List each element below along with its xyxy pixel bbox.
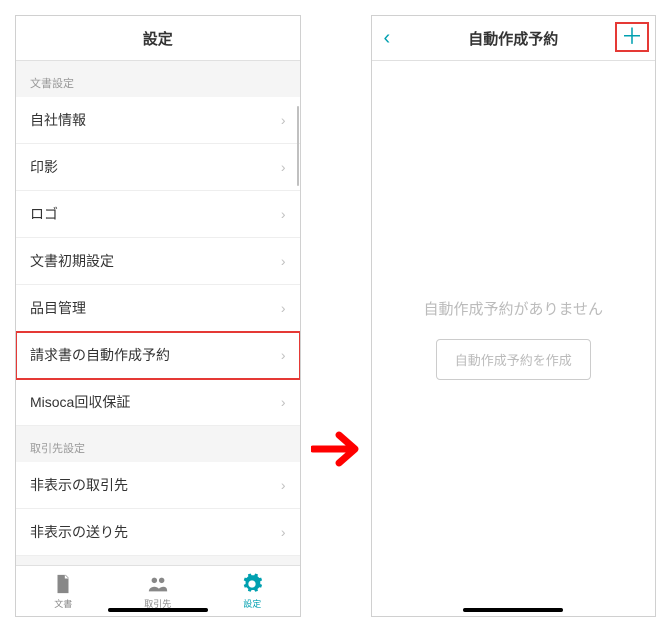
chevron-right-icon: ›: [281, 394, 286, 410]
row-label: 文書初期設定: [30, 251, 114, 271]
people-icon: [147, 573, 169, 595]
back-button[interactable]: ‹: [384, 28, 391, 48]
chevron-right-icon: ›: [281, 347, 286, 363]
row-label: 自社情報: [30, 110, 86, 130]
header: 設定: [16, 16, 300, 61]
chevron-right-icon: ›: [281, 253, 286, 269]
chevron-right-icon: ›: [281, 300, 286, 316]
settings-list[interactable]: 文書設定 自社情報 › 印影 › ロゴ › 文書初期設定 › 品目管理 › 請求書の自動作…: [16, 61, 300, 565]
chevron-right-icon: ›: [281, 112, 286, 128]
header-title: 自動作成予約: [468, 28, 558, 49]
tab-label: 文書: [54, 597, 72, 610]
add-button[interactable]: ＋: [621, 26, 643, 48]
chevron-right-icon: ›: [281, 159, 286, 175]
empty-state: 自動作成予約がありません 自動作成予約を作成: [372, 61, 656, 616]
row-label: 印影: [30, 157, 58, 177]
row-label: Misoca回収保証: [30, 392, 130, 412]
document-icon: [52, 573, 74, 595]
row-label: ロゴ: [30, 204, 58, 224]
section-header-documents: 文書設定: [16, 61, 300, 97]
home-indicator[interactable]: [463, 608, 563, 612]
gear-icon: [241, 573, 263, 595]
tab-settings[interactable]: 設定: [205, 566, 300, 616]
auto-create-screen: ‹ 自動作成予約 ＋ 自動作成予約がありません 自動作成予約を作成: [371, 15, 657, 617]
row-auto-create-invoice[interactable]: 請求書の自動作成予約 ›: [16, 332, 300, 379]
row-hidden-clients[interactable]: 非表示の取引先 ›: [16, 462, 300, 509]
settings-screen: 設定 文書設定 自社情報› 印影› ロゴ› 文書初期設定› 品目管理› 請求書の…: [15, 15, 301, 617]
row-label: 請求書の自動作成予約: [30, 345, 170, 365]
section-header-notifications: お知らせ: [16, 556, 300, 565]
row-item-mgmt[interactable]: 品目管理 ›: [16, 285, 300, 332]
row-misoca-guarantee[interactable]: Misoca回収保証 ›: [16, 379, 300, 426]
row-seal[interactable]: 印影 ›: [16, 144, 300, 191]
row-default-doc[interactable]: 文書初期設定 ›: [16, 238, 300, 285]
chevron-right-icon: ›: [281, 206, 286, 222]
chevron-right-icon: ›: [281, 524, 286, 540]
header-title: 設定: [143, 28, 173, 49]
row-logo[interactable]: ロゴ ›: [16, 191, 300, 238]
create-auto-reservation-button[interactable]: 自動作成予約を作成: [436, 339, 591, 380]
arrow-right-icon: [311, 429, 361, 469]
flow-arrow: [311, 429, 361, 474]
home-indicator[interactable]: [108, 608, 208, 612]
row-hidden-destinations[interactable]: 非表示の送り先 ›: [16, 509, 300, 556]
row-label: 非表示の取引先: [30, 475, 128, 495]
row-label: 品目管理: [30, 298, 86, 318]
header: ‹ 自動作成予約 ＋: [372, 16, 656, 61]
tab-documents[interactable]: 文書: [16, 566, 111, 616]
row-label: 非表示の送り先: [30, 522, 128, 542]
tab-label: 設定: [243, 597, 261, 610]
row-company-info[interactable]: 自社情報 ›: [16, 97, 300, 144]
add-button-highlight: ＋: [615, 22, 649, 52]
scrollbar[interactable]: [297, 106, 299, 186]
empty-message: 自動作成予約がありません: [423, 298, 603, 319]
section-header-clients: 取引先設定: [16, 426, 300, 462]
chevron-right-icon: ›: [281, 477, 286, 493]
